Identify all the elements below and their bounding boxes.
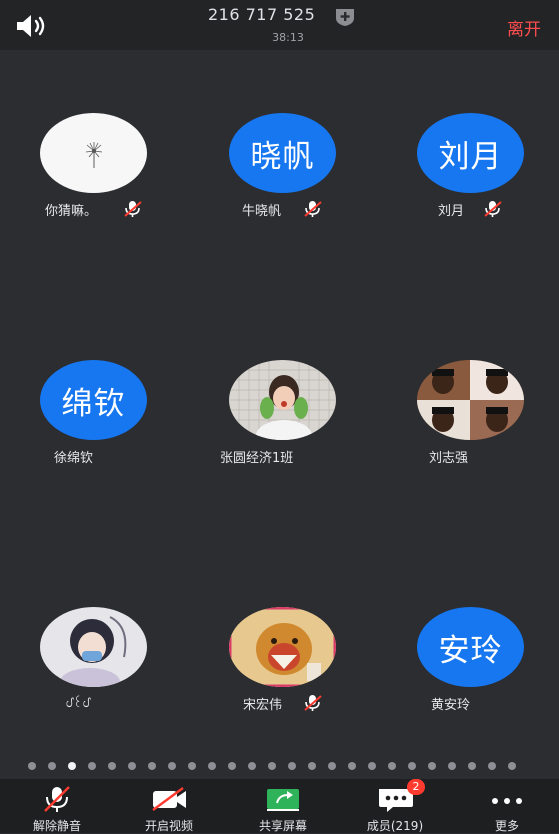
mic-muted-icon <box>484 201 502 217</box>
members-badge: 2 <box>407 779 425 795</box>
page-dot[interactable] <box>508 762 516 770</box>
participant-name: ᦔ꒰ᦔ <box>66 696 90 711</box>
page-indicator[interactable] <box>28 762 516 770</box>
leave-button[interactable]: 离开 <box>507 15 541 40</box>
page-dot[interactable] <box>88 762 96 770</box>
avatar: 刘月 <box>417 113 524 193</box>
page-dot[interactable] <box>448 762 456 770</box>
more-label: 更多 <box>494 819 519 833</box>
page-dot[interactable] <box>328 762 336 770</box>
more-dots-icon <box>492 798 522 804</box>
mic-off-icon <box>44 786 70 812</box>
video-label: 开启视频 <box>144 819 193 833</box>
participant-name: 张圆经济1班 <box>220 451 294 466</box>
participant-name: 徐绵钦 <box>54 451 94 466</box>
avatar: 安玲 <box>417 607 524 687</box>
page-dot[interactable] <box>108 762 116 770</box>
participant-name: 牛晓帆 <box>242 204 282 219</box>
collage-photo-icon <box>417 360 524 440</box>
avatar <box>417 360 524 440</box>
page-dot[interactable] <box>268 762 276 770</box>
participant-name: 刘月 <box>438 204 465 219</box>
dandelion-icon <box>85 142 103 168</box>
page-dot[interactable] <box>408 762 416 770</box>
participant-name: 刘志强 <box>429 451 469 466</box>
avatar <box>229 360 336 440</box>
mic-muted-icon <box>304 695 322 711</box>
page-dot[interactable] <box>288 762 296 770</box>
page-dot[interactable] <box>488 762 496 770</box>
meeting-timer: 38:13 <box>272 31 304 44</box>
page-dot[interactable] <box>48 762 56 770</box>
meeting-id[interactable]: 216 717 525 <box>208 5 315 24</box>
person-photo-icon <box>229 360 336 440</box>
meeting-header: 216 717 525 38:13 离开 <box>0 0 559 50</box>
page-dot[interactable] <box>208 762 216 770</box>
unmute-button[interactable]: 解除静音 <box>2 779 112 833</box>
page-dot[interactable] <box>348 762 356 770</box>
page-dot[interactable] <box>368 762 376 770</box>
unmute-label: 解除静音 <box>32 819 81 833</box>
page-dot[interactable] <box>388 762 396 770</box>
page-dot[interactable] <box>68 762 76 770</box>
page-dot[interactable] <box>468 762 476 770</box>
avatar: 绵钦 <box>40 360 147 440</box>
page-dot[interactable] <box>148 762 156 770</box>
participant-name: 你猜嘛。 <box>45 204 98 219</box>
page-dot[interactable] <box>308 762 316 770</box>
anime-photo-icon <box>60 616 127 687</box>
meeting-toolbar: 解除静音 开启视频 共享屏幕 2 成员(219) 更多 <box>0 779 559 833</box>
page-dot[interactable] <box>28 762 36 770</box>
more-button[interactable]: 更多 <box>452 779 559 833</box>
participant-grid: 你猜嘛。 晓帆 牛晓帆 刘月 刘月 绵钦 徐绵钦 张圆经济1班 刘志强 ᦔ꒰ᦔ … <box>0 50 559 760</box>
page-dot[interactable] <box>128 762 136 770</box>
members-label: 成员(219) <box>366 819 424 833</box>
video-off-icon <box>152 787 186 811</box>
page-dot[interactable] <box>188 762 196 770</box>
wolf-photo-icon <box>229 607 336 687</box>
page-dot[interactable] <box>168 762 176 770</box>
page-dot[interactable] <box>248 762 256 770</box>
page-dot[interactable] <box>428 762 436 770</box>
share-screen-button[interactable]: 共享屏幕 <box>228 779 338 833</box>
avatar: 晓帆 <box>229 113 336 193</box>
start-video-button[interactable]: 开启视频 <box>114 779 224 833</box>
shield-plus-icon[interactable] <box>334 7 356 27</box>
participant-name: 黄安玲 <box>431 698 471 713</box>
members-button[interactable]: 2 成员(219) <box>340 779 450 833</box>
page-dot[interactable] <box>228 762 236 770</box>
avatar <box>40 607 147 687</box>
avatar <box>229 607 336 687</box>
mic-muted-icon <box>304 201 322 217</box>
share-screen-icon <box>267 789 299 811</box>
mic-muted-icon <box>124 201 142 217</box>
participant-name: 宋宏伟 <box>243 698 283 713</box>
avatar <box>40 113 147 193</box>
share-label: 共享屏幕 <box>258 819 307 833</box>
